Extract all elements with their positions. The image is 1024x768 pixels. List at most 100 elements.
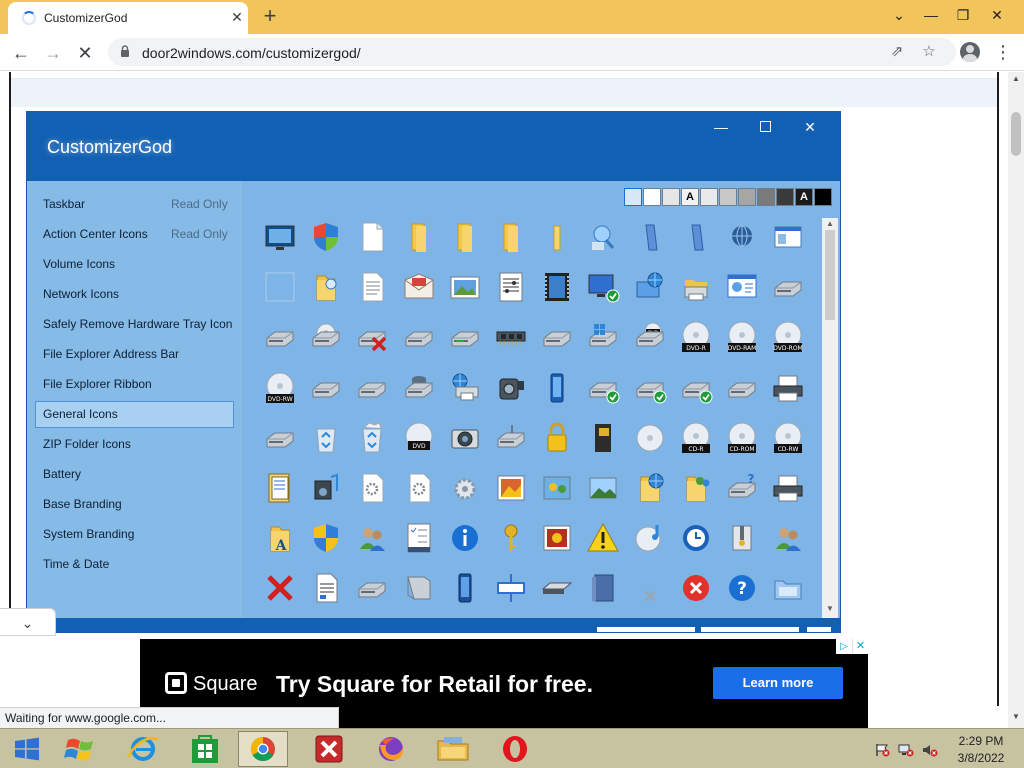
sidebar-item[interactable]: Base Branding <box>35 491 234 518</box>
dvd-ram-disc-icon[interactable]: DVD-RAM <box>725 320 759 354</box>
folder-search-icon[interactable] <box>309 270 343 304</box>
folder-users-icon[interactable] <box>679 471 713 505</box>
color-swatch[interactable]: A <box>795 188 813 206</box>
folder-globe-icon[interactable] <box>633 471 667 505</box>
zip-icon[interactable] <box>725 521 759 555</box>
dvd-rom-disc-icon[interactable]: DVD-ROM <box>771 320 805 354</box>
tab-search-chevron-icon[interactable]: ⌄ <box>882 0 916 30</box>
error-x-icon[interactable] <box>263 571 297 605</box>
expand-chevron-button[interactable]: ⌄ <box>0 608 56 636</box>
color-swatch[interactable] <box>624 188 642 206</box>
ram-chip-icon[interactable] <box>494 320 528 354</box>
profile-avatar-icon[interactable] <box>960 42 980 62</box>
folder-blue-icon[interactable] <box>771 571 805 605</box>
drive-icon[interactable] <box>263 421 297 455</box>
photo-flower-icon[interactable] <box>540 521 574 555</box>
sidebar-item[interactable]: File Explorer Address Bar <box>35 341 234 368</box>
file-explorer-app[interactable] <box>428 731 478 767</box>
firefox-app[interactable] <box>366 731 416 767</box>
color-swatch[interactable] <box>757 188 775 206</box>
restore-window-button[interactable]: ❐ <box>946 0 980 30</box>
internet-explorer-app[interactable] <box>118 731 168 767</box>
footer-button[interactable] <box>701 627 799 632</box>
app-maximize-button[interactable] <box>760 121 771 132</box>
drive-icon[interactable] <box>355 571 389 605</box>
drive-icon[interactable] <box>263 320 297 354</box>
cd-rw-disc-icon[interactable]: CD-RW <box>771 421 805 455</box>
book-icon[interactable] <box>263 471 297 505</box>
drive-error-icon[interactable] <box>355 320 389 354</box>
shield-icon[interactable] <box>309 220 343 254</box>
document-lines-icon[interactable] <box>355 270 389 304</box>
smartphone-icon[interactable] <box>448 571 482 605</box>
drive-server-icon[interactable] <box>402 371 436 405</box>
printer-icon[interactable] <box>771 471 805 505</box>
control-panel-icon[interactable] <box>725 270 759 304</box>
chrome-app[interactable] <box>238 731 288 767</box>
users-icon[interactable] <box>771 521 805 555</box>
start-button[interactable] <box>2 731 52 767</box>
camera-icon[interactable] <box>448 421 482 455</box>
picture-icon[interactable] <box>448 270 482 304</box>
color-swatch[interactable] <box>643 188 661 206</box>
clock-sync-icon[interactable] <box>679 521 713 555</box>
scroll-down-icon[interactable]: ▼ <box>1008 712 1024 721</box>
recycle-bin-icon[interactable] <box>309 421 343 455</box>
music-sheet-icon[interactable] <box>494 270 528 304</box>
minimize-window-button[interactable]: — <box>914 0 948 30</box>
sidebar-item[interactable]: Taskbar Read Only <box>35 191 234 218</box>
close-app[interactable] <box>304 731 354 767</box>
drive-icon[interactable] <box>725 371 759 405</box>
drive-icon[interactable] <box>771 270 805 304</box>
folder-icon[interactable] <box>494 220 528 254</box>
sidebar-item[interactable]: Safely Remove Hardware Tray Icon <box>35 311 234 338</box>
drive-icon[interactable] <box>402 320 436 354</box>
document-text-icon[interactable] <box>309 571 343 605</box>
gear-icon[interactable] <box>448 471 482 505</box>
new-tab-button[interactable]: + <box>258 4 282 28</box>
scanner-flat-icon[interactable] <box>540 571 574 605</box>
color-swatch[interactable] <box>776 188 794 206</box>
folder-icon[interactable] <box>402 220 436 254</box>
opera-app[interactable] <box>490 731 540 767</box>
action-center-flag-icon[interactable] <box>874 743 890 757</box>
drive-check-icon[interactable] <box>586 371 620 405</box>
help-drive-icon[interactable]: ? <box>725 471 759 505</box>
uac-shield-icon[interactable] <box>309 521 343 555</box>
cd-music-icon[interactable] <box>633 521 667 555</box>
users-icon[interactable] <box>355 521 389 555</box>
drive-green-icon[interactable] <box>448 320 482 354</box>
lock-icon[interactable] <box>540 421 574 455</box>
network-sphere-icon[interactable] <box>725 220 759 254</box>
forward-button[interactable]: → <box>40 40 66 66</box>
window-icon[interactable] <box>771 220 805 254</box>
blank-icon[interactable] <box>263 270 297 304</box>
back-button[interactable]: ← <box>8 40 34 66</box>
dvd-r-disc-icon[interactable]: DVD-R <box>679 320 713 354</box>
folder-open-icon[interactable] <box>540 220 574 254</box>
folder-icon[interactable] <box>448 220 482 254</box>
color-swatch[interactable] <box>814 188 832 206</box>
sidebar-item[interactable]: ZIP Folder Icons <box>35 431 234 458</box>
video-film-icon[interactable] <box>540 270 574 304</box>
ad-close-icon[interactable]: ✕ <box>852 639 868 654</box>
color-swatch[interactable]: A <box>681 188 699 206</box>
sidebar-item[interactable]: System Branding <box>35 521 234 548</box>
media-player-icon[interactable] <box>309 471 343 505</box>
windows-flag-app[interactable] <box>56 731 106 767</box>
tab-close-icon[interactable]: ✕ <box>228 8 246 26</box>
camcorder-icon[interactable] <box>494 371 528 405</box>
clock-date[interactable]: 3/8/2022 <box>944 751 1018 765</box>
sidebar-item[interactable]: Volume Icons <box>35 251 234 278</box>
phone-icon[interactable] <box>540 371 574 405</box>
network-printer-icon[interactable] <box>448 371 482 405</box>
document-icon[interactable] <box>355 220 389 254</box>
cd-rom-disc-icon[interactable]: CD-ROM <box>725 421 759 455</box>
color-swatch[interactable] <box>662 188 680 206</box>
app-minimize-button[interactable]: — <box>710 118 732 136</box>
monitor-icon[interactable] <box>263 220 297 254</box>
browser-tab[interactable]: CustomizerGod ✕ <box>8 2 248 34</box>
grid-scroll-up-icon[interactable]: ▲ <box>822 219 838 228</box>
clock-time[interactable]: 2:29 PM <box>944 734 1018 748</box>
photo-people-icon[interactable] <box>540 471 574 505</box>
